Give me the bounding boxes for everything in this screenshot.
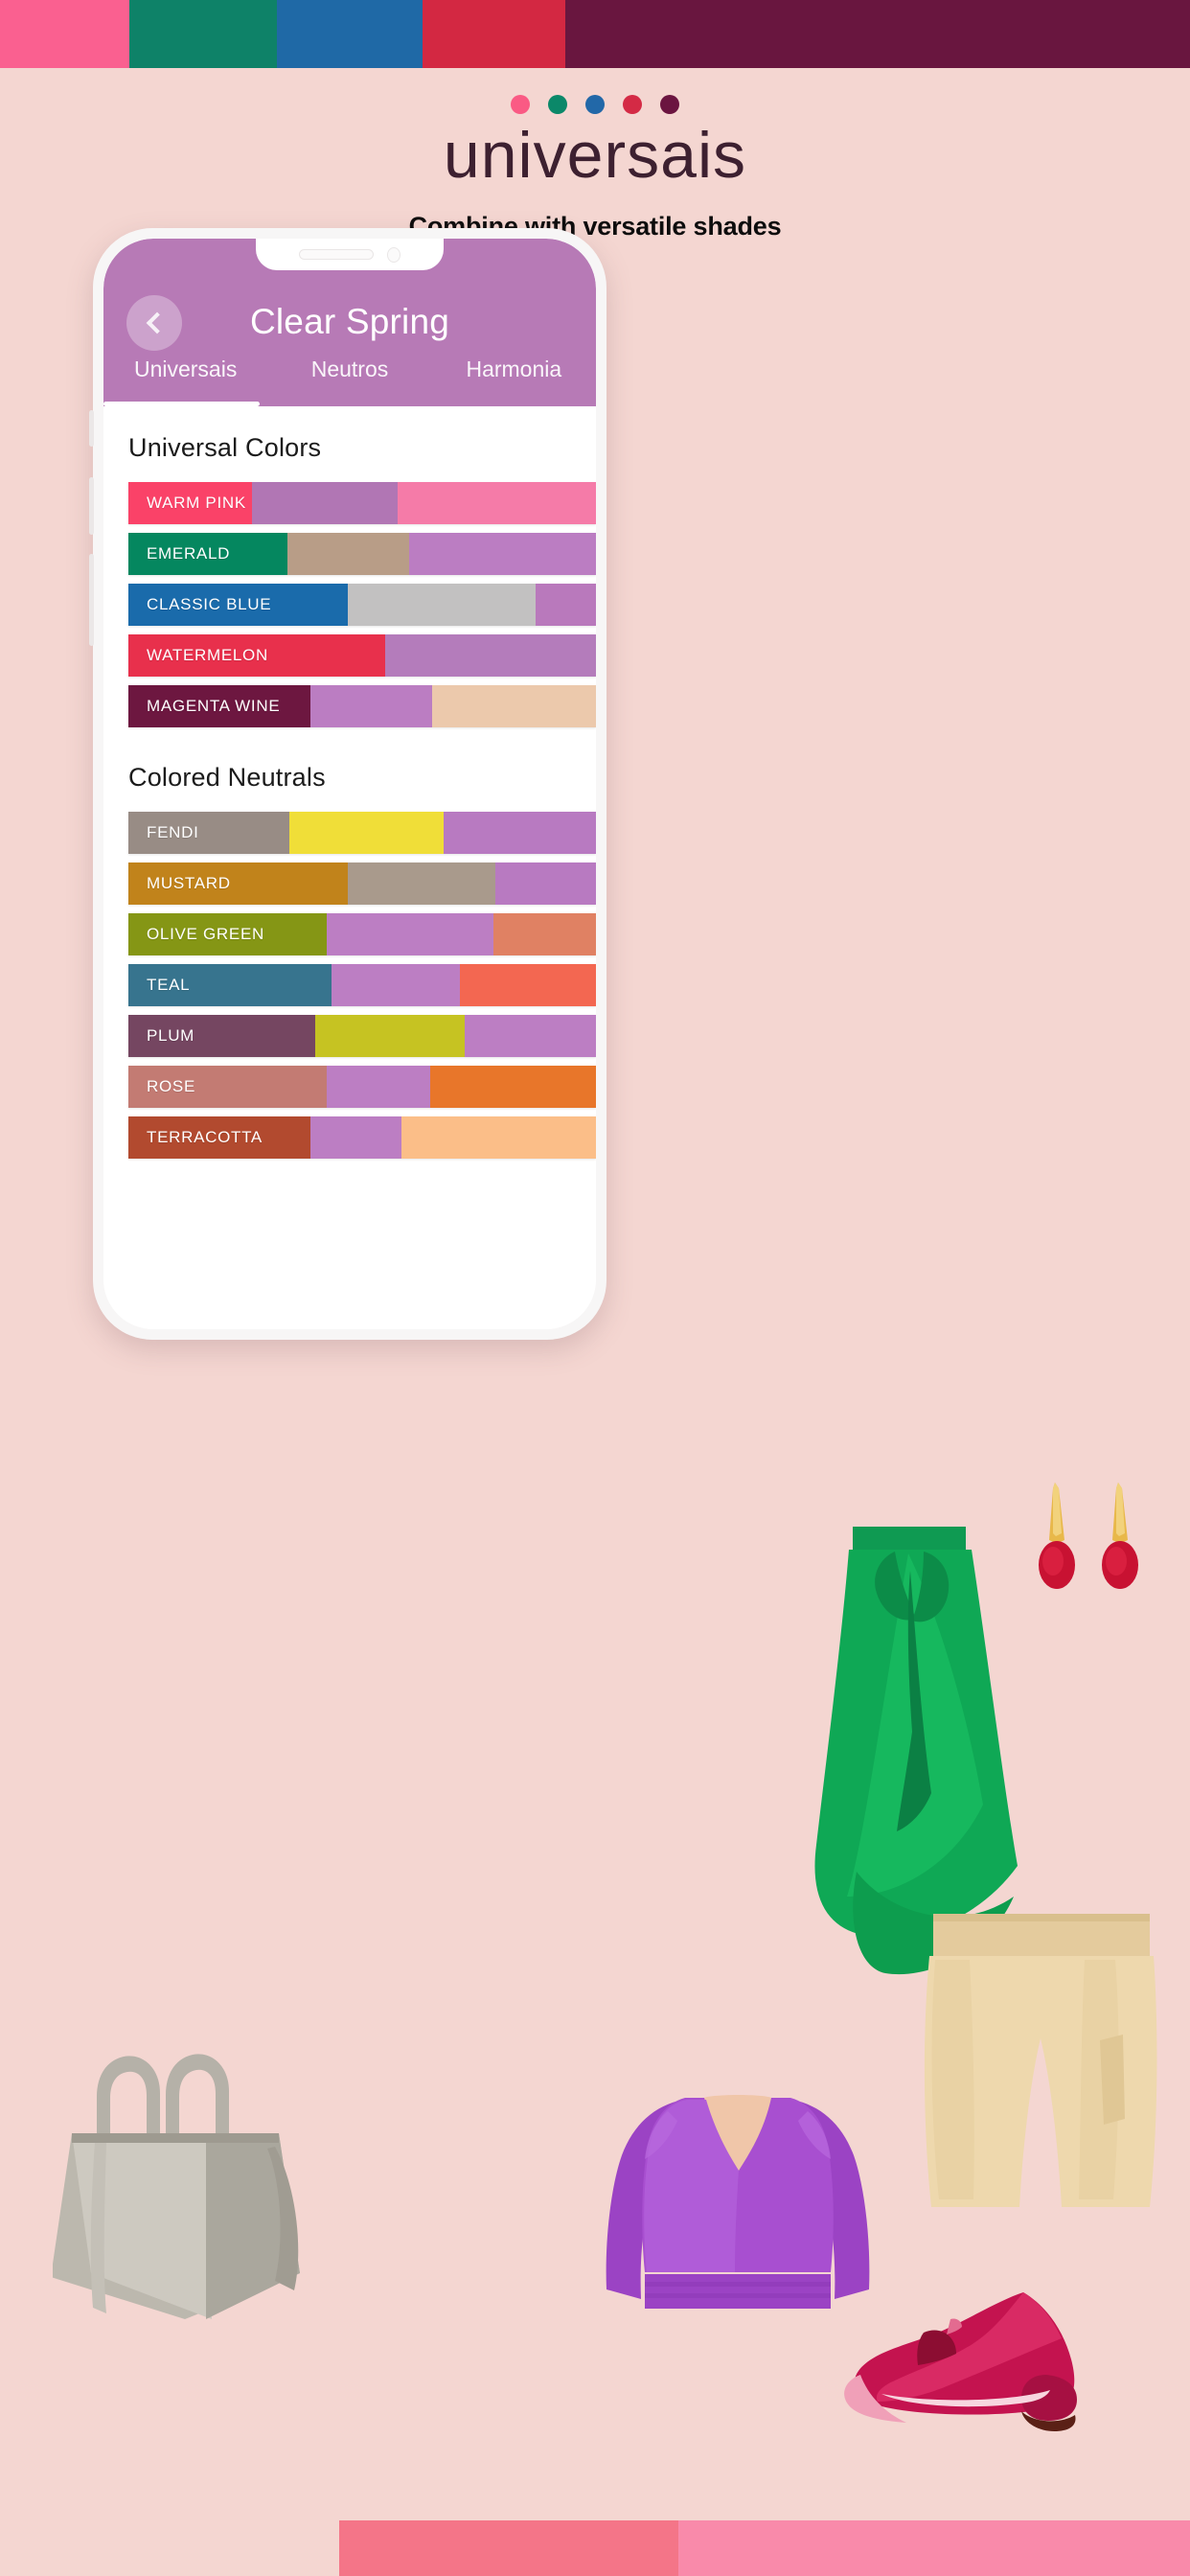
pale-band	[0, 2520, 339, 2576]
brand-dot-4	[623, 95, 642, 114]
color-name-label: PLUM	[147, 1026, 195, 1045]
color-segment-1: WARM PINK	[128, 482, 253, 524]
color-segment-1: MUSTARD	[128, 862, 349, 905]
color-rows-colored-neutrals: FENDI MUSTARD OLIVE GREEN TEAL PLUM ROSE TERRA…	[103, 793, 596, 1159]
color-name-label: WATERMELON	[147, 646, 268, 664]
handbag	[53, 2054, 300, 2319]
color-name-label: FENDI	[147, 823, 199, 841]
color-segment-2	[332, 964, 461, 1006]
color-name-label: CLASSIC BLUE	[147, 595, 272, 613]
color-segment-3	[408, 533, 596, 575]
color-row[interactable]: CLASSIC BLUE	[128, 584, 596, 626]
app-body: Universal Colors WARM PINK EMERALD CLASSIC …	[103, 406, 596, 1329]
emerald-band	[129, 0, 278, 68]
top-color-strip	[0, 0, 1190, 68]
color-segment-3	[401, 1116, 596, 1159]
color-segment-3	[429, 1066, 596, 1108]
color-segment-3	[444, 812, 596, 854]
color-row[interactable]: EMERALD	[128, 533, 596, 575]
color-name-label: ROSE	[147, 1077, 195, 1095]
color-row[interactable]: FENDI	[128, 812, 596, 854]
color-segment-3	[495, 862, 596, 905]
color-name-label: EMERALD	[147, 544, 231, 563]
brand-dot-5	[660, 95, 679, 114]
chevron-left-icon	[146, 311, 168, 334]
color-segment-1: PLUM	[128, 1015, 316, 1057]
color-segment-2	[348, 584, 536, 626]
color-row[interactable]: ROSE	[128, 1066, 596, 1108]
color-segment-1: TERRACOTTA	[128, 1116, 311, 1159]
color-name-label: MUSTARD	[147, 874, 231, 892]
color-row[interactable]: PLUM	[128, 1015, 596, 1057]
brand-dot-1	[511, 95, 530, 114]
app-header: Clear Spring Universais Neutros Harmonia	[103, 239, 596, 406]
light-pink-band	[677, 2520, 1190, 2576]
color-segment-1: TEAL	[128, 964, 332, 1006]
color-row[interactable]: MUSTARD	[128, 862, 596, 905]
color-segment-2	[327, 1066, 430, 1108]
magenta-wine-band	[564, 0, 1190, 68]
color-segment-3	[492, 913, 596, 955]
phone-notch	[256, 239, 444, 270]
app-header-row: Clear Spring	[103, 288, 596, 356]
color-segment-2	[385, 634, 596, 677]
color-segment-3	[432, 685, 596, 727]
color-segment-1: ROSE	[128, 1066, 328, 1108]
color-segment-2	[286, 533, 409, 575]
tab-universais[interactable]: Universais	[103, 355, 267, 406]
color-segment-1: OLIVE GREEN	[128, 913, 328, 955]
pink-shoe	[844, 2292, 1077, 2432]
brand-block: universais Combine with versatile shades	[0, 68, 1190, 242]
section-title-universal-colors: Universal Colors	[128, 433, 322, 462]
color-row[interactable]: OLIVE GREEN	[128, 913, 596, 955]
beige-shorts	[924, 1914, 1157, 2207]
color-row[interactable]: MAGENTA WINE	[128, 685, 596, 727]
tab-bar: Universais Neutros Harmonia	[103, 355, 596, 406]
color-segment-3	[460, 964, 596, 1006]
tab-neutros[interactable]: Neutros	[267, 355, 431, 406]
color-rows-universal-colors: WARM PINK EMERALD CLASSIC BLUE WATERMELON MA…	[103, 463, 596, 727]
front-camera-icon	[387, 246, 400, 263]
watermelon-band	[422, 0, 565, 68]
speaker-grill-icon	[299, 249, 374, 260]
color-segment-1: EMERALD	[128, 533, 287, 575]
color-segment-1: WATERMELON	[128, 634, 386, 677]
color-name-label: TERRACOTTA	[147, 1128, 263, 1146]
color-row[interactable]: TEAL	[128, 964, 596, 1006]
color-segment-2	[327, 913, 493, 955]
color-segment-1: MAGENTA WINE	[128, 685, 311, 727]
color-segment-2	[252, 482, 398, 524]
color-segment-1: CLASSIC BLUE	[128, 584, 349, 626]
color-row[interactable]: WATERMELON	[128, 634, 596, 677]
color-row[interactable]: WARM PINK	[128, 482, 596, 524]
coral-pink-band	[338, 2520, 678, 2576]
color-segment-2	[315, 1015, 466, 1057]
color-segment-2	[310, 685, 433, 727]
color-name-label: WARM PINK	[147, 494, 246, 512]
color-name-label: MAGENTA WINE	[147, 697, 281, 715]
color-segment-3	[465, 1015, 596, 1057]
phone-side-button	[89, 410, 94, 447]
brand-name: universais	[443, 119, 747, 192]
color-segment-2	[348, 862, 496, 905]
color-name-label: OLIVE GREEN	[147, 925, 264, 943]
classic-blue-band	[277, 0, 423, 68]
brand-dot-2	[548, 95, 567, 114]
bottom-color-strip	[0, 2520, 1190, 2576]
back-button[interactable]	[126, 295, 182, 351]
color-segment-3	[397, 482, 596, 524]
phone-screen: Clear Spring Universais Neutros Harmonia U…	[103, 239, 596, 1329]
color-name-label: TEAL	[147, 976, 191, 994]
color-segment-3	[535, 584, 596, 626]
phone-mockup: Clear Spring Universais Neutros Harmonia U…	[89, 228, 606, 1340]
tab-harmonia[interactable]: Harmonia	[432, 355, 596, 406]
brand-dots	[0, 95, 1190, 114]
warm-pink-band	[0, 0, 130, 68]
color-segment-2	[289, 812, 445, 854]
brand-dot-3	[585, 95, 605, 114]
section-title-colored-neutrals: Colored Neutrals	[128, 763, 326, 792]
color-segment-2	[310, 1116, 402, 1159]
color-segment-1: FENDI	[128, 812, 290, 854]
color-row[interactable]: TERRACOTTA	[128, 1116, 596, 1159]
